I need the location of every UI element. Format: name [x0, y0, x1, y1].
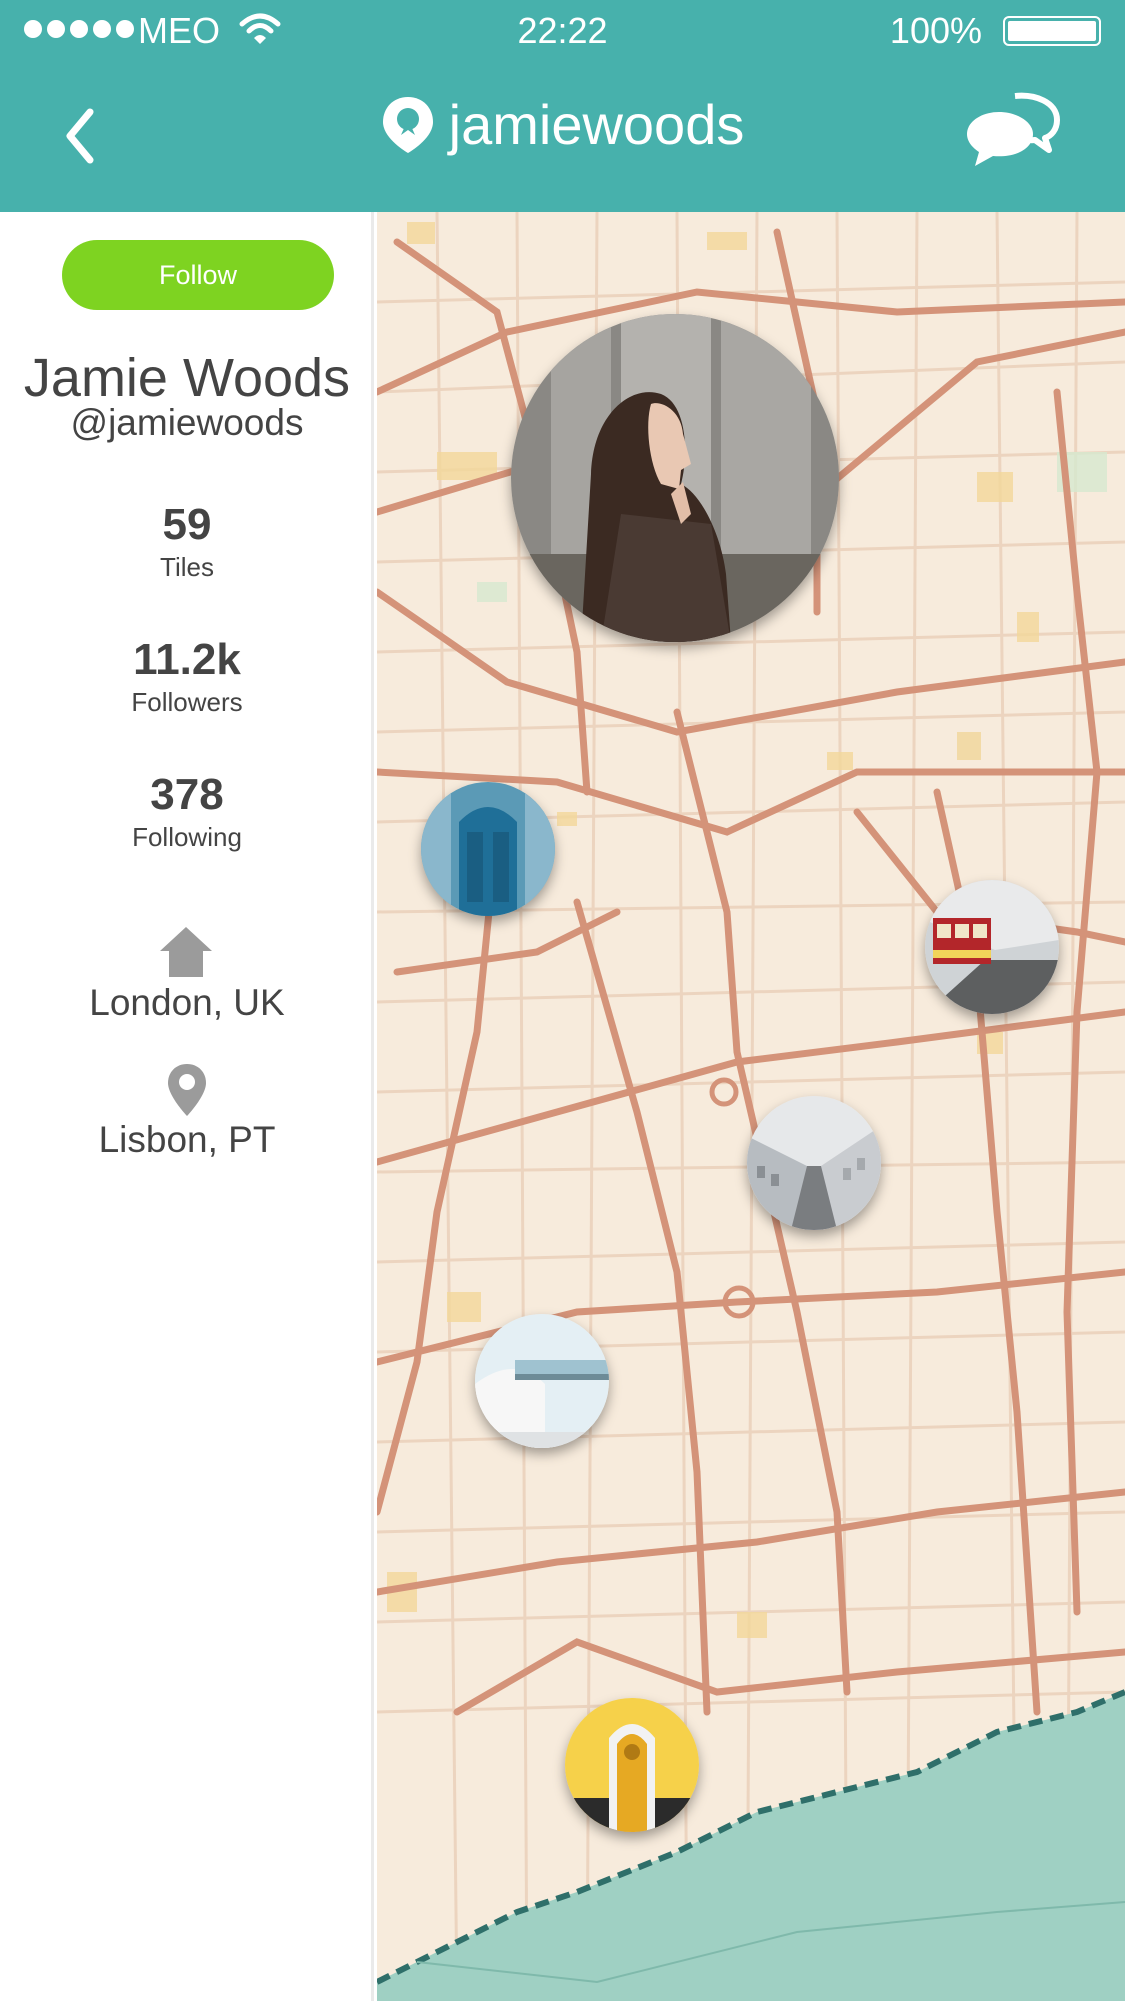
followers-label: Followers [131, 687, 243, 717]
avatar [511, 314, 839, 642]
street-photo [747, 1096, 881, 1230]
blue-door-photo [421, 782, 555, 916]
chat-bubbles-icon[interactable] [963, 90, 1063, 170]
status-bar: MEO 22:22 100% [0, 0, 1125, 62]
location-pin-icon [382, 96, 433, 153]
battery-percentage: 100% [889, 10, 982, 51]
navigation-bar: jamiewoods [0, 62, 1125, 212]
tram-photo [925, 880, 1059, 1014]
followers-count: 11.2k [133, 635, 241, 684]
photo-map-marker-tram[interactable] [925, 880, 1059, 1014]
tiles-count: 59 [162, 500, 212, 549]
profile-name: Jamie Woods [23, 348, 351, 408]
page-title: jamiewoods [448, 93, 745, 156]
location-pin-icon [168, 1064, 206, 1116]
profile-sidebar: Follow Jamie Woods @jamiewoods 59 Tiles … [0, 212, 374, 2001]
profile-handle: @jamiewoods [70, 402, 304, 443]
photo-map-marker-building[interactable] [475, 1314, 609, 1448]
map-view[interactable] [377, 212, 1125, 2001]
following-count: 378 [150, 770, 224, 819]
tiles-stat[interactable]: 59 Tiles [0, 500, 374, 583]
home-icon [160, 927, 212, 977]
avatar-map-marker[interactable] [511, 314, 839, 642]
current-location: Lisbon, PT [98, 1119, 276, 1160]
building-photo [475, 1314, 609, 1448]
photo-map-marker-yellow-door[interactable] [565, 1698, 699, 1832]
tiles-label: Tiles [160, 552, 214, 582]
follow-button[interactable]: Follow [62, 240, 334, 310]
following-stat[interactable]: 378 Following [0, 770, 374, 853]
followers-stat[interactable]: 11.2k Followers [0, 635, 374, 718]
following-label: Following [132, 822, 242, 852]
nav-title: jamiewoods [0, 92, 1125, 157]
yellow-door-photo [565, 1698, 699, 1832]
battery-icon [1003, 16, 1101, 46]
home-location: London, UK [89, 982, 285, 1023]
photo-map-marker-blue-door[interactable] [421, 782, 555, 916]
photo-map-marker-street[interactable] [747, 1096, 881, 1230]
